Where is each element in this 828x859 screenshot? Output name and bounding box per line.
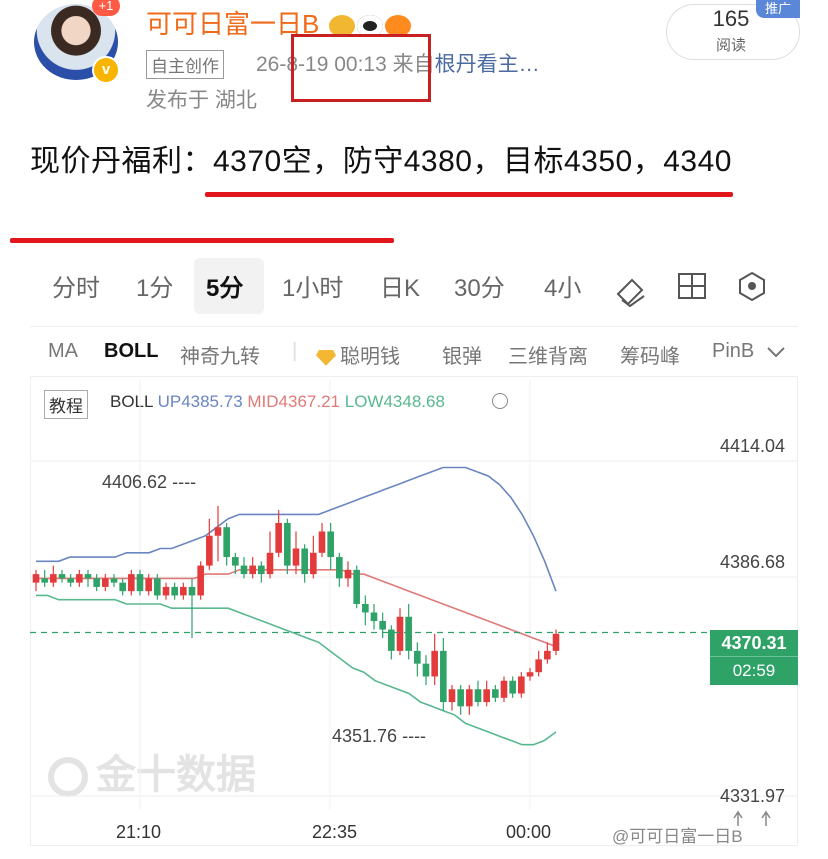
candle-body	[396, 616, 404, 651]
low-price-value: 4351.76	[332, 726, 398, 746]
candle-body	[483, 689, 490, 703]
candle-body	[440, 650, 447, 703]
candle-body	[301, 548, 308, 575]
candle-body	[474, 689, 482, 703]
candle-body	[136, 574, 144, 592]
candle-body	[327, 531, 334, 558]
candle-body	[249, 565, 256, 575]
x-tick-3: 00:00	[506, 822, 552, 842]
candle-body	[275, 522, 282, 553]
candle-body	[414, 650, 421, 664]
candle-body	[214, 527, 222, 536]
candle-body	[188, 586, 196, 596]
candle-body	[102, 578, 109, 587]
y-tick-top: 4414.04	[720, 436, 786, 456]
candle-body	[41, 578, 48, 583]
candle-body	[370, 612, 378, 622]
candle-body	[448, 689, 456, 703]
candle-body	[431, 650, 438, 677]
candle-body	[336, 557, 343, 579]
candle-body	[552, 633, 560, 651]
candle-body	[492, 689, 499, 698]
candle-body	[544, 650, 551, 660]
candle-body	[84, 574, 92, 579]
candle-body	[50, 574, 57, 583]
current-price-label: 4370.31	[710, 630, 798, 656]
x-tick-1: 21:10	[116, 822, 162, 842]
candle-body	[76, 574, 83, 583]
candle-body	[240, 565, 248, 575]
candle-body	[180, 586, 187, 596]
candle-body	[232, 557, 239, 566]
candle-body	[500, 680, 508, 698]
candle-body	[58, 574, 66, 579]
candle-body	[509, 680, 516, 694]
candle-body	[145, 578, 152, 592]
candle-body	[535, 659, 542, 673]
candle-countdown: 02:59	[710, 656, 798, 685]
candle-body	[353, 569, 360, 604]
high-price-value: 4406.62	[102, 472, 168, 492]
candle-body	[119, 582, 126, 592]
candle-body	[206, 535, 213, 566]
y-tick-mid: 4386.68	[720, 552, 786, 572]
candle-body	[223, 527, 230, 558]
y-tick-bottom: 4331.97	[720, 786, 786, 806]
scroll-up-icon	[761, 810, 771, 826]
candle-body	[344, 569, 352, 579]
candle-body	[258, 565, 265, 575]
candle-body	[128, 574, 135, 592]
low-price-annotation: 4351.76 ----	[332, 726, 427, 746]
candle-body	[318, 531, 326, 553]
candle-body	[162, 586, 170, 596]
candle-body	[405, 616, 412, 651]
candle-body	[266, 552, 274, 575]
candle-body	[154, 578, 161, 596]
high-price-annotation: 4406.62 ----	[102, 472, 197, 492]
candle-body	[362, 603, 369, 613]
candle-body	[32, 574, 40, 583]
candle-body	[292, 548, 300, 566]
candle-body	[93, 578, 100, 587]
candle-body	[518, 676, 525, 694]
candle-body	[422, 663, 430, 677]
candle-body	[67, 578, 74, 583]
candle-body	[197, 565, 204, 596]
candle-body	[457, 689, 464, 707]
candle-body	[284, 522, 291, 566]
weibo-credit: @可可日富一日B	[612, 827, 743, 846]
x-tick-2: 22:35	[312, 822, 358, 842]
candle-body	[466, 689, 473, 707]
candle-body	[171, 586, 178, 596]
candle-body	[110, 578, 118, 583]
candle-body	[310, 552, 317, 575]
candle-body	[379, 621, 386, 630]
candle-body	[526, 672, 534, 677]
